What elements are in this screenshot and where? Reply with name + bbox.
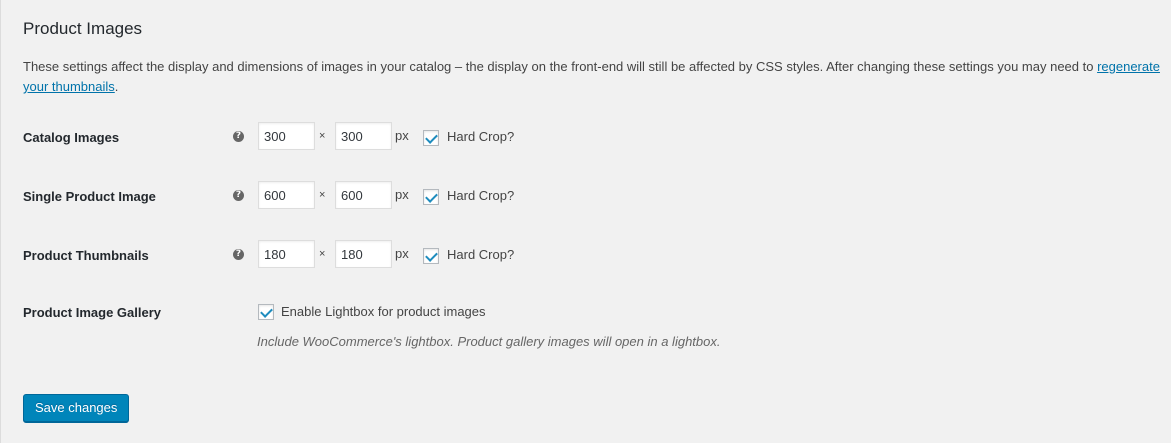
catalog-hard-crop-checkbox[interactable] bbox=[423, 130, 439, 146]
section-description: These settings affect the display and di… bbox=[23, 57, 1163, 97]
single-product-image-label: Single Product Image bbox=[23, 189, 156, 204]
checkmark-icon bbox=[260, 305, 273, 318]
enable-lightbox-label[interactable]: Enable Lightbox for product images bbox=[281, 304, 486, 319]
help-icon[interactable]: ? bbox=[233, 249, 244, 260]
product-image-gallery-row: Product Image Gallery Enable Lightbox fo… bbox=[23, 300, 1163, 360]
description-text: These settings affect the display and di… bbox=[23, 59, 1098, 74]
product-thumbnails-row: Product Thumbnails ? × px Hard Crop? bbox=[23, 240, 1163, 272]
section-title: Product Images bbox=[23, 19, 143, 38]
hard-crop-label[interactable]: Hard Crop? bbox=[447, 188, 514, 203]
px-unit: px bbox=[395, 246, 409, 261]
checkmark-icon bbox=[425, 249, 438, 262]
checkmark-icon bbox=[425, 190, 438, 203]
help-icon[interactable]: ? bbox=[233, 190, 244, 201]
checkmark-icon bbox=[425, 131, 438, 144]
times-symbol: × bbox=[319, 248, 326, 260]
catalog-images-label: Catalog Images bbox=[23, 130, 120, 145]
hard-crop-label[interactable]: Hard Crop? bbox=[447, 247, 514, 262]
times-symbol: × bbox=[319, 189, 326, 201]
hard-crop-label[interactable]: Hard Crop? bbox=[447, 129, 514, 144]
catalog-height-input[interactable] bbox=[335, 122, 392, 150]
px-unit: px bbox=[395, 187, 409, 202]
single-hard-crop-checkbox[interactable] bbox=[423, 189, 439, 205]
px-unit: px bbox=[395, 128, 409, 143]
catalog-width-input[interactable] bbox=[258, 122, 315, 150]
help-icon[interactable]: ? bbox=[233, 131, 244, 142]
thumbnail-height-input[interactable] bbox=[335, 240, 392, 268]
left-border bbox=[0, 0, 1, 443]
thumbnail-width-input[interactable] bbox=[258, 240, 315, 268]
catalog-images-row: Catalog Images ? × px Hard Crop? bbox=[23, 122, 1163, 154]
times-symbol: × bbox=[319, 130, 326, 142]
description-end: . bbox=[114, 79, 119, 94]
thumbnail-hard-crop-checkbox[interactable] bbox=[423, 248, 439, 264]
lightbox-description: Include WooCommerce's lightbox. Product … bbox=[257, 334, 721, 349]
single-height-input[interactable] bbox=[335, 181, 392, 209]
product-thumbnails-label: Product Thumbnails bbox=[23, 248, 149, 263]
product-image-gallery-label: Product Image Gallery bbox=[23, 305, 161, 320]
single-product-image-row: Single Product Image ? × px Hard Crop? bbox=[23, 181, 1163, 213]
enable-lightbox-checkbox[interactable] bbox=[258, 304, 274, 320]
save-changes-button[interactable]: Save changes bbox=[23, 394, 130, 422]
single-width-input[interactable] bbox=[258, 181, 315, 209]
